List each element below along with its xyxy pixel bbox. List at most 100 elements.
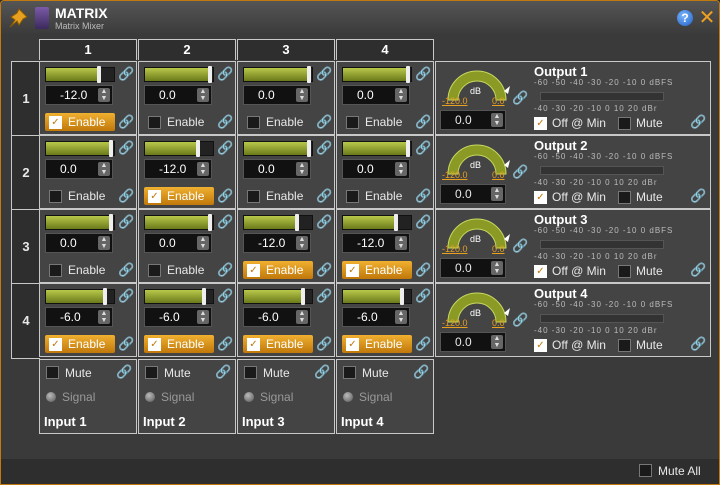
gain-input[interactable]: -6.0 ▲ ▼ <box>243 307 311 327</box>
gain-input[interactable]: 0.0 ▲ ▼ <box>144 233 212 253</box>
link-icon[interactable]: 🔗 <box>690 262 706 278</box>
enable-checkbox[interactable]: ✓ Enable <box>342 261 412 279</box>
gain-input[interactable]: 0.0 ▲ ▼ <box>45 159 113 179</box>
gain-fader[interactable] <box>342 66 412 83</box>
enable-checkbox[interactable]: Enable <box>243 187 313 205</box>
enable-checkbox[interactable]: ✓ Enable <box>243 335 313 353</box>
gain-input[interactable]: 0.0 ▲ ▼ <box>342 159 410 179</box>
link-icon[interactable]: 🔗 <box>316 66 332 82</box>
gain-fader[interactable] <box>144 140 214 157</box>
link-icon[interactable]: 🔗 <box>690 188 706 204</box>
link-icon[interactable]: 🔗 <box>217 288 233 304</box>
link-icon[interactable]: 🔗 <box>118 188 134 204</box>
fader-knob[interactable] <box>195 140 200 157</box>
gain-input[interactable]: -12.0 ▲ ▼ <box>243 233 311 253</box>
enable-checkbox[interactable]: Enable <box>342 113 412 131</box>
link-icon[interactable]: 🔗 <box>415 66 431 82</box>
fader-knob[interactable] <box>405 140 410 157</box>
gain-input[interactable]: -12.0 ▲ ▼ <box>144 159 212 179</box>
output-mute-checkbox[interactable]: Mute <box>616 188 686 206</box>
enable-checkbox[interactable]: Enable <box>243 113 313 131</box>
gain-fader[interactable] <box>45 288 115 305</box>
off-at-min-checkbox[interactable]: ✓ Off @ Min <box>532 114 612 132</box>
gain-fader[interactable] <box>342 288 412 305</box>
spinner-icon[interactable]: ▲ ▼ <box>491 187 503 201</box>
link-icon[interactable]: 🔗 <box>512 312 528 328</box>
gain-input[interactable]: 0.0 ▲ ▼ <box>243 85 311 105</box>
gain-input[interactable]: -6.0 ▲ ▼ <box>342 307 410 327</box>
link-icon[interactable]: 🔗 <box>512 164 528 180</box>
gain-fader[interactable] <box>243 140 313 157</box>
spinner-icon[interactable]: ▲ ▼ <box>491 261 503 275</box>
gain-input[interactable]: -12.0 ▲ ▼ <box>342 233 410 253</box>
spinner-icon[interactable]: ▲ ▼ <box>491 335 503 349</box>
link-icon[interactable]: 🔗 <box>316 114 332 130</box>
input-mute-checkbox[interactable]: Mute <box>46 366 92 380</box>
fader-knob[interactable] <box>96 66 101 83</box>
gain-input[interactable]: 0.0 ▲ ▼ <box>45 233 113 253</box>
spinner-icon[interactable]: ▲ ▼ <box>296 162 308 176</box>
link-icon[interactable]: 🔗 <box>217 214 233 230</box>
link-icon[interactable]: 🔗 <box>316 214 332 230</box>
spinner-icon[interactable]: ▲ ▼ <box>395 162 407 176</box>
link-icon[interactable]: 🔗 <box>415 336 431 352</box>
fader-knob[interactable] <box>207 66 212 83</box>
fader-knob[interactable] <box>103 288 108 305</box>
spinner-icon[interactable]: ▲ ▼ <box>296 236 308 250</box>
link-icon[interactable]: 🔗 <box>314 364 330 380</box>
spinner-icon[interactable]: ▲ ▼ <box>98 88 110 102</box>
spinner-icon[interactable]: ▲ ▼ <box>197 236 209 250</box>
gain-input[interactable]: 0.0 ▲ ▼ <box>144 85 212 105</box>
enable-checkbox[interactable]: Enable <box>144 113 214 131</box>
enable-checkbox[interactable]: ✓ Enable <box>144 187 214 205</box>
gain-fader[interactable] <box>45 214 115 231</box>
link-icon[interactable]: 🔗 <box>215 364 231 380</box>
off-at-min-checkbox[interactable]: ✓ Off @ Min <box>532 188 612 206</box>
output-gain-input[interactable]: 0.0 ▲ ▼ <box>440 258 506 278</box>
link-icon[interactable]: 🔗 <box>415 114 431 130</box>
mute-all-checkbox[interactable]: Mute All <box>639 464 701 478</box>
fader-knob[interactable] <box>108 140 113 157</box>
close-button[interactable]: ✕ <box>698 8 716 28</box>
spinner-icon[interactable]: ▲ ▼ <box>98 310 110 324</box>
fader-knob[interactable] <box>202 288 207 305</box>
output-gain-input[interactable]: 0.0 ▲ ▼ <box>440 184 506 204</box>
link-icon[interactable]: 🔗 <box>217 114 233 130</box>
fader-knob[interactable] <box>400 288 405 305</box>
gain-fader[interactable] <box>45 66 115 83</box>
link-icon[interactable]: 🔗 <box>415 140 431 156</box>
link-icon[interactable]: 🔗 <box>118 140 134 156</box>
spinner-icon[interactable]: ▲ ▼ <box>395 236 407 250</box>
spinner-icon[interactable]: ▲ ▼ <box>98 236 110 250</box>
output-mute-checkbox[interactable]: Mute <box>616 262 686 280</box>
output-mute-checkbox[interactable]: Mute <box>616 336 686 354</box>
link-icon[interactable]: 🔗 <box>690 114 706 130</box>
link-icon[interactable]: 🔗 <box>413 364 429 380</box>
spinner-icon[interactable]: ▲ ▼ <box>296 88 308 102</box>
output-gain-input[interactable]: 0.0 ▲ ▼ <box>440 332 506 352</box>
link-icon[interactable]: 🔗 <box>118 288 134 304</box>
gain-fader[interactable] <box>144 66 214 83</box>
fader-knob[interactable] <box>306 140 311 157</box>
fader-knob[interactable] <box>306 66 311 83</box>
link-icon[interactable]: 🔗 <box>415 188 431 204</box>
fader-knob[interactable] <box>108 214 113 231</box>
gain-fader[interactable] <box>243 214 313 231</box>
enable-checkbox[interactable]: Enable <box>45 261 115 279</box>
gain-fader[interactable] <box>144 214 214 231</box>
spinner-icon[interactable]: ▲ ▼ <box>296 310 308 324</box>
link-icon[interactable]: 🔗 <box>316 336 332 352</box>
gain-fader[interactable] <box>342 140 412 157</box>
enable-checkbox[interactable]: ✓ Enable <box>45 335 115 353</box>
link-icon[interactable]: 🔗 <box>316 140 332 156</box>
link-icon[interactable]: 🔗 <box>316 188 332 204</box>
link-icon[interactable]: 🔗 <box>316 262 332 278</box>
spinner-icon[interactable]: ▲ ▼ <box>395 310 407 324</box>
output-gain-input[interactable]: 0.0 ▲ ▼ <box>440 110 506 130</box>
link-icon[interactable]: 🔗 <box>415 262 431 278</box>
fader-knob[interactable] <box>207 214 212 231</box>
spinner-icon[interactable]: ▲ ▼ <box>98 162 110 176</box>
link-icon[interactable]: 🔗 <box>316 288 332 304</box>
link-icon[interactable]: 🔗 <box>415 288 431 304</box>
link-icon[interactable]: 🔗 <box>217 140 233 156</box>
